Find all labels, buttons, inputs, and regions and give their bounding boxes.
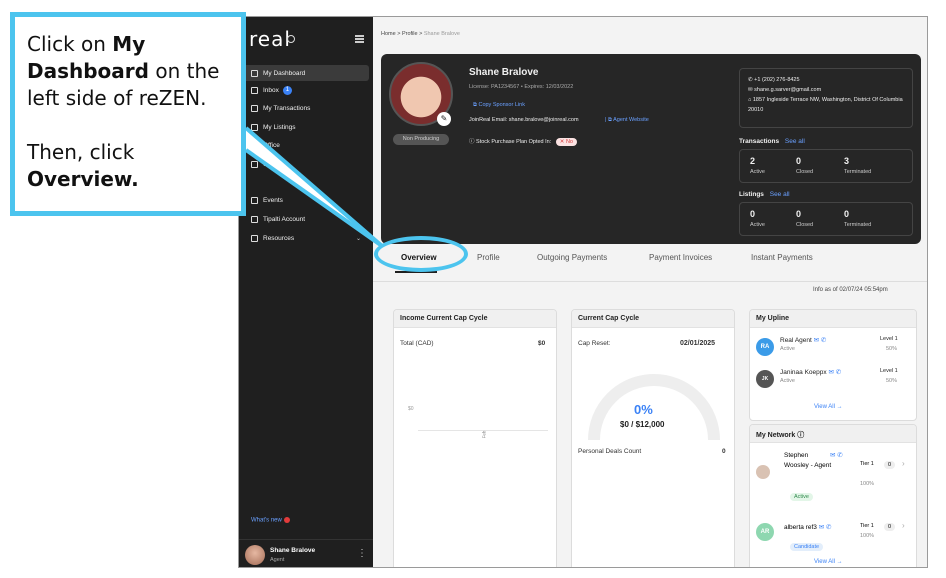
instruction-spacer — [27, 112, 243, 139]
screenshot-stage: real My Dashboard Inbox 1 My Transaction… — [0, 0, 946, 578]
overview-highlight-ring — [374, 236, 468, 272]
pointer-edge-top — [246, 128, 382, 246]
instruction-line1-pre: Click on — [27, 32, 112, 56]
instruction-callout: Click on My Dashboard on the left side o… — [10, 12, 246, 216]
pointer-edge-bottom — [246, 150, 382, 246]
instruction-text: Click on My Dashboard on the left side o… — [27, 31, 243, 193]
instruction-line2-bold: Overview. — [27, 167, 139, 191]
instruction-line2-pre: Then, click — [27, 140, 134, 164]
